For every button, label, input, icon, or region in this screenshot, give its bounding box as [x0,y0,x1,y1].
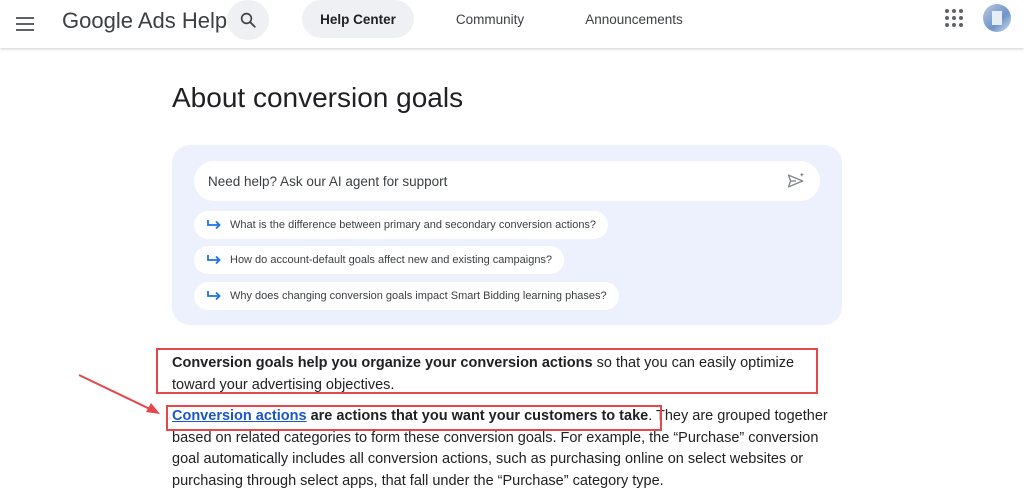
tab-announcements[interactable]: Announcements [578,0,690,38]
search-button[interactable] [227,0,269,40]
conversion-actions-link[interactable]: Conversion actions [172,408,307,424]
annotation-arrow-icon [78,374,160,414]
ai-agent-input[interactable]: Need help? Ask our AI agent for support [194,161,820,201]
ai-agent-placeholder: Need help? Ask our AI agent for support [208,173,448,189]
suggestion-chip[interactable]: Why does changing conversion goals impac… [194,282,619,310]
page-title: About conversion goals [172,82,464,113]
ai-agent-card: Need help? Ask our AI agent for support … [172,145,842,325]
suggestion-chip[interactable]: How do account-default goals affect new … [194,246,565,274]
tab-community[interactable]: Community [444,0,536,38]
avatar[interactable] [983,4,1011,32]
intro-paragraph: Conversion goals help you organize your … [172,353,802,396]
intro-bold-text: Conversion goals help you organize your … [172,355,593,371]
suggestion-text: How do account-default goals affect new … [230,254,553,266]
apps-grid-icon [945,9,963,27]
tab-help-center[interactable]: Help Center [302,0,414,38]
apps-button[interactable] [944,8,966,30]
reply-arrow-icon [207,291,221,301]
suggestion-text: What is the difference between primary a… [230,219,597,231]
search-icon [240,12,256,28]
suggestion-text: Why does changing conversion goals impac… [230,290,607,302]
reply-arrow-icon [207,255,221,265]
menu-icon [16,17,34,31]
app-title[interactable]: Google Ads Help [62,8,227,34]
reply-arrow-icon [207,220,221,230]
top-app-bar: Google Ads Help Help Center Community An… [0,0,1024,48]
conversion-actions-paragraph: Conversion actions are actions that you … [172,406,842,492]
actions-bold-text: are actions that you want your customers… [306,408,649,424]
menu-button[interactable] [10,9,40,39]
send-icon[interactable] [786,171,806,191]
suggestion-chip[interactable]: What is the difference between primary a… [194,211,609,239]
